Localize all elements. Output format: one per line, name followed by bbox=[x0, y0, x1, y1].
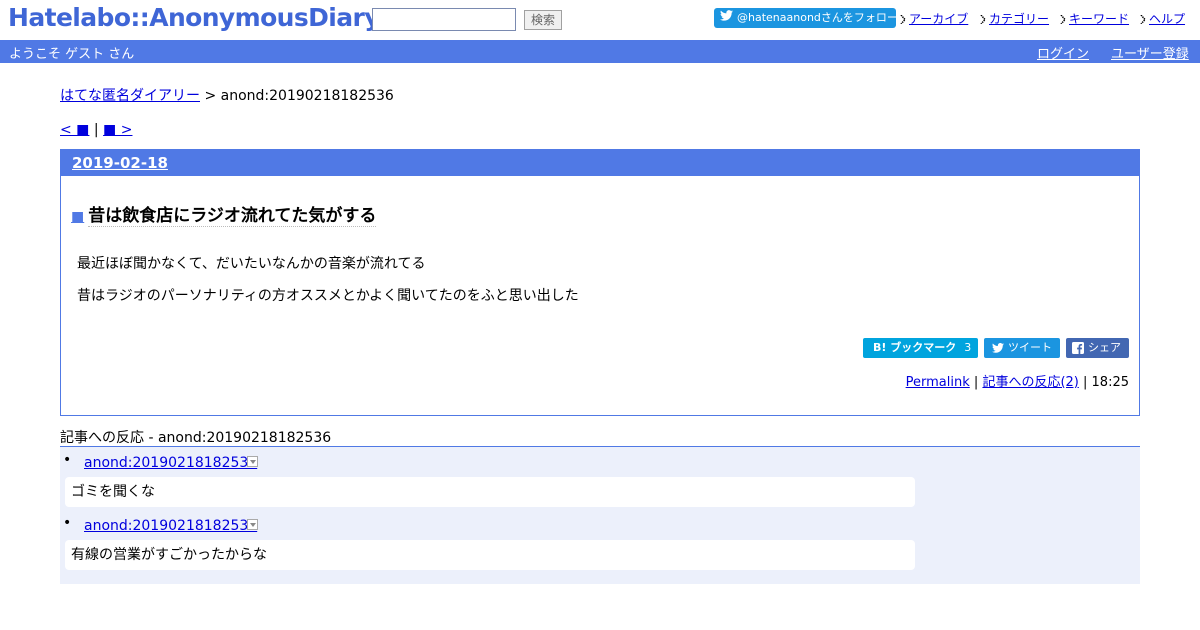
breadcrumb: はてな匿名ダイアリー > anond:20190218182536 bbox=[60, 85, 394, 105]
entry-day-box: 2019-02-18 ■ 昔は飲食店にラジオ流れてた気がする 最近ほぼ聞かなくて、… bbox=[60, 149, 1140, 416]
facebook-icon bbox=[1072, 342, 1084, 354]
welcome-text: ようこそ ゲスト さん bbox=[9, 47, 135, 62]
reactions-title: 記事への反応 - anond:20190218182536 bbox=[60, 430, 332, 446]
prev-entry-link[interactable]: < ■ bbox=[60, 122, 89, 138]
reaction-body: 有線の営業がすごかったからな bbox=[65, 540, 915, 570]
next-entry-link[interactable]: ■ > bbox=[103, 122, 132, 138]
day-header: 2019-02-18 bbox=[61, 150, 1139, 176]
dropdown-toggle-icon[interactable] bbox=[247, 456, 258, 467]
hatena-bookmark-button[interactable]: B! ブックマーク 3 bbox=[863, 338, 978, 358]
register-link[interactable]: ユーザー登録 bbox=[1111, 43, 1189, 62]
bookmark-count: 3 bbox=[964, 341, 972, 354]
bookmark-label: B! ブックマーク bbox=[873, 341, 957, 354]
list-bullet: • bbox=[63, 452, 72, 468]
pager: < ■ | ■ > bbox=[60, 122, 132, 138]
twitter-bird-icon bbox=[720, 8, 733, 28]
section-mark-link[interactable]: ■ bbox=[71, 209, 84, 225]
nav-help[interactable]: ヘルプ bbox=[1140, 10, 1185, 27]
reaction-body: ゴミを聞くな bbox=[65, 477, 915, 507]
entry-date-link[interactable]: 2019-02-18 bbox=[72, 154, 168, 172]
nav-archive[interactable]: アーカイブ bbox=[900, 10, 968, 27]
entry-paragraph: 最近ほぼ聞かなくて、だいたいなんかの音楽が流れてる bbox=[77, 256, 426, 272]
reactions-list: • anond:20190218182536 ゴミを聞くな • anond:20… bbox=[60, 446, 1140, 584]
search-input[interactable] bbox=[372, 8, 516, 31]
share-label: シェア bbox=[1088, 341, 1121, 354]
entry-footer: Permalink | 記事への反応(2) | 18:25 bbox=[906, 371, 1129, 390]
breadcrumb-separator: > bbox=[204, 88, 217, 104]
entry-title-text: 昔は飲食店にラジオ流れてた気がする bbox=[88, 206, 377, 227]
reaction-link[interactable]: anond:20190218182536 bbox=[84, 455, 257, 471]
tweet-button[interactable]: ツイート bbox=[984, 338, 1060, 358]
twitter-bird-icon bbox=[992, 343, 1004, 353]
breadcrumb-current: anond:20190218182536 bbox=[220, 88, 394, 104]
entry-paragraph: 昔はラジオのパーソナリティの方オススメとかよく聞いてたのをふと思い出した bbox=[77, 288, 579, 304]
search-button[interactable]: 検索 bbox=[524, 10, 562, 30]
nav-keyword[interactable]: キーワード bbox=[1060, 10, 1129, 27]
chevron-right-icon bbox=[980, 13, 987, 27]
footer-separator: | bbox=[1083, 375, 1088, 390]
nav-category-label: カテゴリー bbox=[989, 12, 1050, 26]
login-link[interactable]: ログイン bbox=[1037, 43, 1089, 62]
permalink[interactable]: Permalink bbox=[906, 375, 970, 390]
twitter-follow-button[interactable]: @hatenaanondさんをフォロー bbox=[714, 8, 898, 28]
reaction-link[interactable]: anond:20190218182536 bbox=[84, 518, 257, 534]
nav-keyword-label: キーワード bbox=[1069, 12, 1130, 26]
nav-archive-label: アーカイブ bbox=[909, 12, 969, 26]
nav-category[interactable]: カテゴリー bbox=[980, 10, 1049, 27]
reactions-link[interactable]: 記事への反応(2) bbox=[982, 375, 1078, 390]
footer-separator: | bbox=[973, 375, 979, 390]
header: Hatelabo::AnonymousDiary 検索 @hatenaanond… bbox=[0, 0, 1200, 40]
site-logo[interactable]: Hatelabo::AnonymousDiary bbox=[8, 3, 381, 32]
user-bar: ようこそ ゲスト さん ログイン ユーザー登録 bbox=[0, 40, 1200, 63]
pager-divider: | bbox=[93, 122, 99, 138]
dropdown-toggle-icon[interactable] bbox=[247, 519, 258, 530]
follow-label: @hatenaanondさんをフォロー bbox=[737, 11, 898, 24]
chevron-right-icon bbox=[1060, 13, 1067, 27]
tweet-label: ツイート bbox=[1008, 341, 1052, 354]
list-bullet: • bbox=[63, 515, 72, 531]
facebook-share-button[interactable]: シェア bbox=[1066, 338, 1129, 358]
entry-time: 18:25 bbox=[1091, 375, 1129, 390]
chevron-right-icon bbox=[900, 13, 907, 27]
chevron-right-icon bbox=[1140, 13, 1147, 27]
breadcrumb-home-link[interactable]: はてな匿名ダイアリー bbox=[60, 88, 200, 104]
entry-title: ■ 昔は飲食店にラジオ流れてた気がする bbox=[71, 201, 377, 227]
nav-help-label: ヘルプ bbox=[1149, 12, 1186, 26]
